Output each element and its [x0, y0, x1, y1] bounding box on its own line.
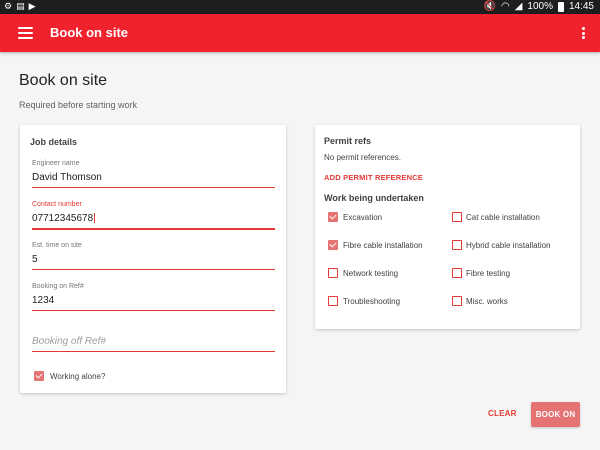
misc-works-label: Misc. works — [466, 297, 508, 306]
working-alone-checkbox[interactable] — [34, 371, 44, 381]
add-permit-reference-button[interactable]: ADD PERMIT REFERENCE — [324, 173, 423, 182]
booking-off-ref-input[interactable]: Booking off Ref# — [32, 336, 106, 347]
network-testing-checkbox[interactable] — [328, 268, 338, 278]
engineer-name-label: Engineer name — [32, 160, 80, 167]
fibre-testing-label: Fibre testing — [466, 269, 511, 278]
page-title: Book on site — [19, 72, 108, 89]
excavation-label: Excavation — [343, 213, 383, 222]
contact-number-value: 07712345678 — [32, 213, 94, 224]
play-icon: ▶ — [28, 1, 36, 11]
hybrid-cable-checkbox[interactable] — [452, 240, 462, 250]
signal-icon: ◢ — [514, 1, 523, 12]
fibre-cable-label: Fibre cable installation — [343, 241, 423, 250]
job-details-card: Job details Engineer name David Thomson … — [20, 125, 286, 393]
fibre-cable-checkbox[interactable] — [328, 240, 338, 250]
app-title: Book on site — [50, 25, 129, 40]
field-underline — [32, 310, 275, 311]
troubleshooting-checkbox[interactable] — [328, 296, 338, 306]
page-subtitle: Required before starting work — [19, 100, 138, 110]
overflow-menu-icon[interactable] — [581, 27, 585, 39]
excavation-checkbox[interactable] — [328, 212, 338, 222]
contact-number-input[interactable]: 07712345678 — [32, 213, 96, 224]
wifi-icon: ◠ — [500, 1, 510, 12]
hybrid-cable-label: Hybrid cable installation — [466, 241, 551, 250]
est-time-label: Est. time on site — [32, 242, 82, 249]
menu-icon[interactable] — [18, 27, 33, 39]
permit-refs-card: Permit refs No permit references. ADD PE… — [315, 125, 580, 329]
misc-works-checkbox[interactable] — [452, 296, 462, 306]
status-left-icons: ⚙ ▤ ▶ — [4, 1, 36, 12]
permit-empty-text: No permit references. — [324, 153, 401, 162]
clear-button[interactable]: CLEAR — [488, 409, 517, 418]
cat-cable-checkbox[interactable] — [452, 212, 462, 222]
troubleshooting-label: Troubleshooting — [343, 297, 401, 306]
field-underline — [32, 228, 275, 230]
clock: 14:45 — [568, 1, 594, 12]
network-testing-label: Network testing — [343, 269, 399, 278]
engineer-name-input[interactable]: David Thomson — [32, 172, 102, 183]
file-icon: ▤ — [16, 1, 25, 11]
field-underline — [32, 187, 275, 188]
job-details-heading: Job details — [30, 137, 78, 147]
battery-percent: 100% — [527, 1, 553, 12]
settings-icon: ⚙ — [4, 1, 13, 11]
contact-number-label: Contact number — [32, 201, 82, 208]
status-right: 🔇 ◠ ◢ 100% 14:45 — [484, 1, 595, 12]
permit-refs-heading: Permit refs — [324, 136, 372, 146]
field-underline — [32, 269, 275, 270]
work-undertaken-heading: Work being undertaken — [324, 193, 424, 203]
status-bar: ⚙ ▤ ▶ 🔇 ◠ ◢ 100% 14:45 — [0, 0, 600, 14]
booking-on-ref-input[interactable]: 1234 — [32, 295, 54, 306]
est-time-input[interactable]: 5 — [32, 254, 38, 265]
book-on-button[interactable]: BOOK ON — [531, 402, 580, 427]
app-bar: Book on site — [0, 14, 600, 52]
booking-on-ref-label: Booking on Ref# — [32, 283, 84, 290]
text-caret — [94, 213, 96, 224]
battery-icon — [557, 1, 564, 12]
field-underline — [32, 351, 275, 352]
cat-cable-label: Cat cable installation — [466, 213, 540, 222]
mute-icon: 🔇 — [483, 1, 496, 12]
fibre-testing-checkbox[interactable] — [452, 268, 462, 278]
working-alone-label: Working alone? — [50, 372, 106, 381]
